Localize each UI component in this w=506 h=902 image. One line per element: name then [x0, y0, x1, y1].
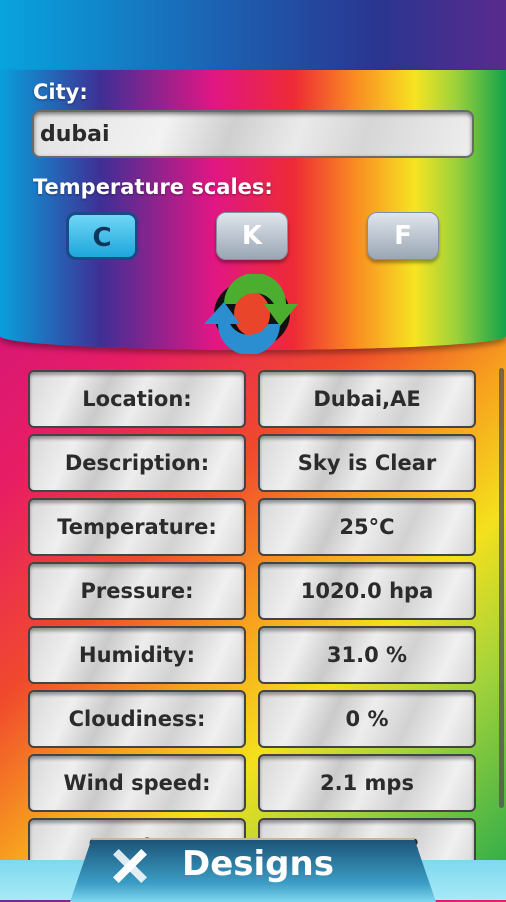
- weather-row: Cloudiness: 0 %: [28, 690, 478, 748]
- weather-label: Cloudiness:: [28, 690, 246, 748]
- weather-label: Description:: [28, 434, 246, 492]
- temperature-scales-label: Temperature scales:: [33, 175, 273, 199]
- city-label: City:: [33, 80, 88, 104]
- weather-row: Temperature: 25°C: [28, 498, 478, 556]
- weather-value: 0 %: [258, 690, 476, 748]
- weather-value: Sky is Clear: [258, 434, 476, 492]
- weather-row: Location: Dubai,AE: [28, 370, 478, 428]
- city-input[interactable]: dubai: [32, 110, 474, 158]
- weather-label: Wind speed:: [28, 754, 246, 812]
- weather-value: Dubai,AE: [258, 370, 476, 428]
- scale-celsius-button[interactable]: C: [66, 212, 138, 260]
- weather-value: 2.1 mps: [258, 754, 476, 812]
- weather-row: Humidity: 31.0 %: [28, 626, 478, 684]
- weather-value: 25°C: [258, 498, 476, 556]
- scrollbar[interactable]: [499, 368, 504, 808]
- weather-row: Description: Sky is Clear: [28, 434, 478, 492]
- weather-value: 1020.0 hpa: [258, 562, 476, 620]
- pencil-ruler-icon: [113, 849, 147, 883]
- top-bar: [0, 0, 506, 70]
- weather-label: Temperature:: [28, 498, 246, 556]
- scale-fahrenheit-button[interactable]: F: [367, 212, 439, 260]
- designs-tab-label[interactable]: Designs: [182, 844, 334, 884]
- scale-kelvin-button[interactable]: K: [216, 212, 288, 260]
- refresh-arrows-icon[interactable]: [202, 274, 302, 354]
- weather-value: 31.0 %: [258, 626, 476, 684]
- weather-label: Pressure:: [28, 562, 246, 620]
- weather-label: Humidity:: [28, 626, 246, 684]
- weather-row: Pressure: 1020.0 hpa: [28, 562, 478, 620]
- weather-row: Wind speed: 2.1 mps: [28, 754, 478, 812]
- weather-label: Location:: [28, 370, 246, 428]
